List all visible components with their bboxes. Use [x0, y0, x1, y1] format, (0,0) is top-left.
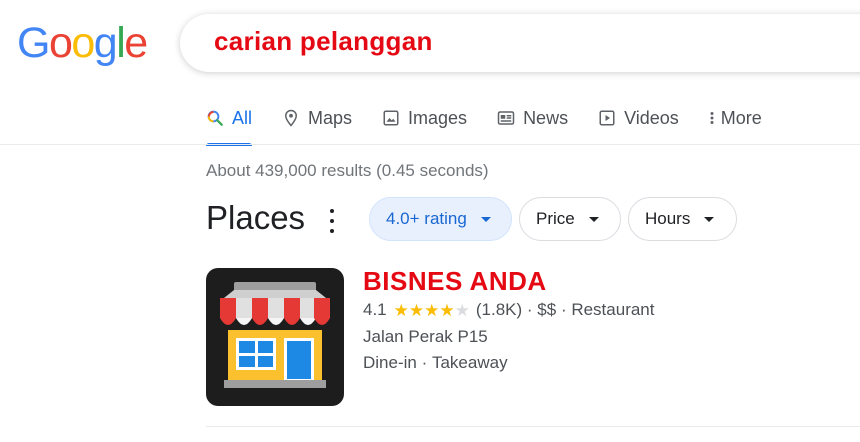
image-icon: [383, 110, 399, 126]
rating-stars: ★ ★ ★ ★ ★: [394, 302, 470, 319]
places-options-icon[interactable]: [324, 209, 340, 233]
chip-label: Price: [536, 209, 575, 228]
tab-label: Images: [408, 107, 468, 128]
separator-dot: ·: [522, 300, 538, 319]
star-icon: ★: [393, 300, 409, 320]
logo-letter: l: [116, 19, 126, 67]
listing-address: Jalan Perak P15: [363, 327, 488, 347]
chevron-down-icon: [480, 216, 491, 222]
rating-value: 4.1: [363, 300, 387, 319]
news-icon: [497, 111, 515, 125]
logo-letter: g: [93, 19, 118, 67]
tab-maps[interactable]: Maps: [282, 104, 352, 132]
chevron-down-icon: [588, 216, 599, 222]
star-icon: ★: [424, 300, 440, 320]
search-icon: [207, 110, 223, 126]
chip-label: Hours: [645, 209, 691, 228]
places-title: Places: [206, 199, 306, 236]
listing-thumbnail[interactable]: [206, 268, 344, 406]
listing-rating-line: 4.1 ★ ★ ★ ★ ★ (1.8K) · $$ · Restaurant: [363, 300, 655, 320]
logo-letter: e: [124, 19, 148, 67]
logo-letter: G: [17, 19, 50, 67]
tab-news[interactable]: News: [497, 104, 568, 132]
separator-dot: ·: [556, 300, 572, 319]
listing-divider: [206, 426, 860, 427]
tab-label: All: [232, 107, 253, 128]
star-icon: ★: [454, 300, 470, 320]
listing-name[interactable]: BISNES ANDA: [363, 266, 547, 297]
tab-label: Maps: [308, 107, 353, 128]
service-option: Dine-in: [363, 353, 417, 372]
star-icon: ★: [408, 300, 425, 320]
logo-letter: o: [48, 19, 73, 67]
tabs-divider: [0, 144, 860, 145]
chip-price[interactable]: Price: [519, 197, 621, 241]
tab-label: News: [523, 107, 569, 128]
tab-more[interactable]: More: [709, 104, 762, 132]
map-pin-icon: [285, 109, 298, 127]
address-text: Jalan Perak P15: [363, 327, 488, 346]
tab-all[interactable]: All: [206, 104, 253, 146]
search-query[interactable]: carian pelanggan: [214, 26, 433, 57]
tab-label: Videos: [624, 107, 679, 128]
service-option: Takeaway: [431, 353, 508, 372]
chip-rating[interactable]: 4.0+ rating: [369, 197, 512, 241]
chip-label: 4.0+ rating: [386, 209, 467, 228]
more-vert-icon: [710, 112, 714, 124]
star-icon: ★: [439, 300, 455, 320]
tab-label: More: [720, 107, 762, 128]
result-stats: About 439,000 results (0.45 seconds): [206, 161, 489, 180]
separator-dot: ·: [416, 353, 432, 372]
tab-videos[interactable]: Videos: [598, 104, 679, 132]
search-tabs: All Maps Images News Videos More: [206, 104, 792, 146]
category: Restaurant: [571, 300, 655, 319]
google-logo[interactable]: Google: [17, 19, 148, 67]
logo-letter: o: [71, 19, 95, 67]
chevron-down-icon: [704, 216, 715, 222]
storefront-icon: [220, 282, 330, 388]
tab-images[interactable]: Images: [382, 104, 467, 132]
chip-hours[interactable]: Hours: [628, 197, 737, 241]
video-icon: [599, 110, 615, 126]
review-count[interactable]: (1.8K): [476, 300, 522, 320]
price-level: $$: [537, 300, 557, 319]
listing-service-options: Dine-in · Takeaway: [363, 353, 508, 373]
search-box[interactable]: carian pelanggan: [180, 14, 860, 72]
